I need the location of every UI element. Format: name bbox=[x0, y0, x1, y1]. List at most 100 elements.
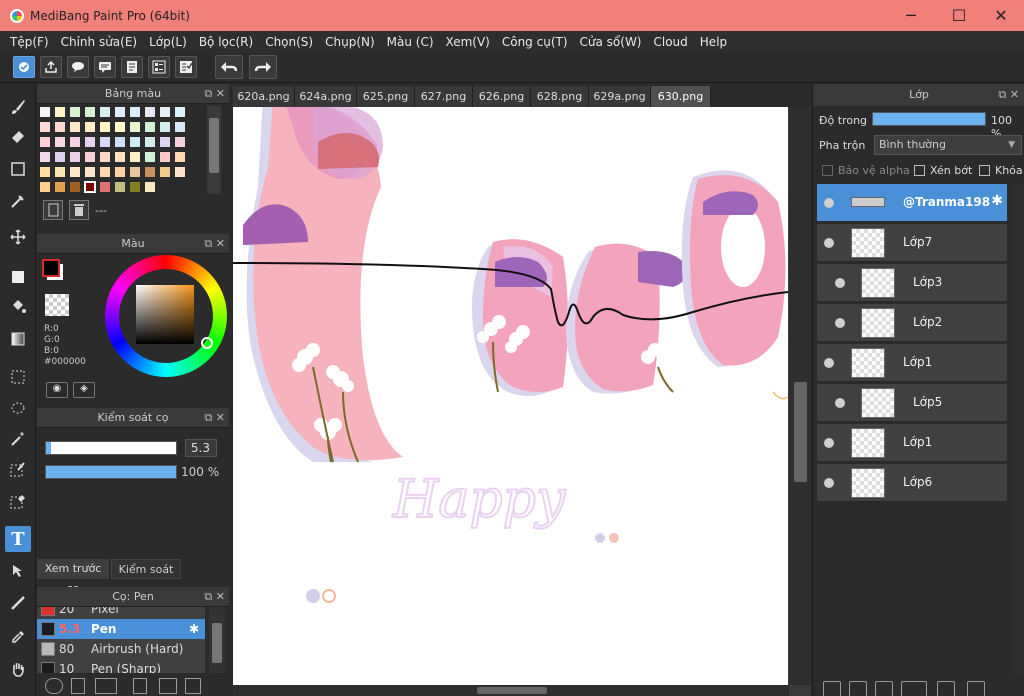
protect-alpha-checkbox[interactable] bbox=[822, 165, 833, 176]
palette-swatch[interactable] bbox=[159, 121, 171, 133]
menu-layer[interactable]: Lớp(L) bbox=[143, 35, 193, 49]
palette-swatch[interactable] bbox=[69, 166, 81, 178]
share-icon[interactable] bbox=[40, 56, 62, 78]
clipping-checkbox[interactable] bbox=[914, 165, 925, 176]
pen-stroke-icon[interactable] bbox=[5, 188, 31, 214]
palette-swatch[interactable] bbox=[144, 151, 156, 163]
rect-select-icon[interactable] bbox=[5, 364, 31, 390]
palette-swatch[interactable] bbox=[144, 136, 156, 148]
layer-opacity-slider[interactable] bbox=[872, 112, 986, 126]
palette-swatch[interactable] bbox=[69, 121, 81, 133]
eraser-icon[interactable] bbox=[5, 124, 31, 150]
palette-swatch[interactable] bbox=[129, 166, 141, 178]
panel-popout-close-icon[interactable]: ⧉ ✕ bbox=[204, 84, 225, 104]
tab-627[interactable]: 627.png bbox=[415, 86, 473, 107]
fill-rectangle-icon[interactable] bbox=[5, 264, 31, 290]
palette-swatch[interactable] bbox=[99, 121, 111, 133]
palette-swatch[interactable] bbox=[54, 136, 66, 148]
palette-swatch[interactable] bbox=[144, 181, 156, 193]
add-layer-menu-icon[interactable] bbox=[901, 681, 927, 696]
brush-item[interactable]: 10 Pen (Sharp) bbox=[37, 659, 205, 673]
palette-swatch[interactable] bbox=[39, 121, 51, 133]
palette-swatch[interactable] bbox=[39, 151, 51, 163]
magic-wand-icon[interactable] bbox=[5, 426, 31, 452]
canvas-horizontal-scrollbar[interactable] bbox=[233, 685, 789, 696]
palette-swatch[interactable] bbox=[114, 106, 126, 118]
brush-opacity-slider[interactable] bbox=[45, 465, 177, 479]
palette-swatch[interactable] bbox=[159, 166, 171, 178]
palette-swatch[interactable] bbox=[129, 121, 141, 133]
redo-icon[interactable] bbox=[249, 55, 277, 79]
layer-row[interactable]: Lớp2 bbox=[817, 304, 1007, 342]
text-icon[interactable]: T bbox=[5, 526, 31, 552]
layer-row[interactable]: Lớp7 bbox=[817, 224, 1007, 262]
trash-icon[interactable] bbox=[69, 200, 89, 220]
eye-icon[interactable] bbox=[824, 238, 834, 248]
palette-swatch[interactable] bbox=[174, 121, 186, 133]
palette-swatch[interactable] bbox=[159, 151, 171, 163]
duplicate-layer-icon[interactable] bbox=[967, 681, 985, 696]
select-pen-icon[interactable] bbox=[5, 456, 31, 482]
palette-swatch[interactable] bbox=[39, 181, 51, 193]
tab-630[interactable]: 630.png bbox=[651, 86, 711, 107]
panel-popout-close-icon[interactable]: ⧉ ✕ bbox=[204, 234, 225, 254]
eye-icon[interactable] bbox=[824, 438, 834, 448]
menu-window[interactable]: Cửa sổ(W) bbox=[574, 35, 648, 49]
brush-item[interactable]: 80 Airbrush (Hard) bbox=[37, 639, 205, 659]
undo-icon[interactable] bbox=[215, 55, 243, 79]
menu-view[interactable]: Xem(V) bbox=[440, 35, 496, 49]
close-button[interactable]: ✕ bbox=[978, 0, 1024, 31]
palette-swatch[interactable] bbox=[174, 106, 186, 118]
panel-popout-close-icon[interactable]: ⧉ ✕ bbox=[204, 587, 225, 607]
new-palette-icon[interactable] bbox=[43, 200, 63, 220]
eye-icon[interactable] bbox=[835, 398, 845, 408]
eye-icon[interactable] bbox=[824, 478, 834, 488]
cloud-brush-icon[interactable] bbox=[45, 678, 63, 694]
tab-625[interactable]: 625.png bbox=[357, 86, 415, 107]
brush-size-value[interactable]: 5.3 bbox=[185, 439, 217, 457]
menu-snap[interactable]: Chụp(N) bbox=[319, 35, 381, 49]
new-layer-icon[interactable] bbox=[823, 681, 841, 696]
checklist-icon[interactable] bbox=[175, 56, 197, 78]
palette-swatch[interactable] bbox=[54, 151, 66, 163]
layer-row[interactable]: Lớp6 bbox=[817, 464, 1007, 502]
palette-swatch[interactable] bbox=[84, 136, 96, 148]
menu-color[interactable]: Màu (C) bbox=[381, 35, 440, 49]
new-brush-icon[interactable] bbox=[71, 678, 85, 694]
tab-626[interactable]: 626.png bbox=[473, 86, 531, 107]
eyedropper-icon[interactable] bbox=[5, 624, 31, 650]
tab-629a[interactable]: 629a.png bbox=[589, 86, 651, 107]
gradient-icon[interactable] bbox=[5, 326, 31, 352]
palette-swatch[interactable] bbox=[54, 121, 66, 133]
gear-icon[interactable]: ✱ bbox=[189, 619, 199, 639]
canvas-vertical-scrollbar[interactable] bbox=[789, 107, 811, 685]
palette-swatch[interactable] bbox=[54, 181, 66, 193]
divide-icon[interactable] bbox=[5, 558, 31, 584]
palette-swatch[interactable] bbox=[99, 166, 111, 178]
color-palette-icon[interactable]: ◉ bbox=[46, 382, 68, 398]
palette-swatch[interactable] bbox=[39, 136, 51, 148]
add-brush-icon[interactable] bbox=[95, 678, 117, 694]
color-wheel[interactable] bbox=[105, 255, 227, 377]
panel-popout-close-icon[interactable]: ⧉ ✕ bbox=[998, 84, 1019, 106]
layer-row[interactable]: Lớp3 bbox=[817, 264, 1007, 302]
palette-swatch[interactable] bbox=[69, 136, 81, 148]
palette-swatch[interactable] bbox=[69, 181, 81, 193]
maximize-button[interactable]: ☐ bbox=[936, 0, 982, 31]
palette-swatch[interactable] bbox=[69, 151, 81, 163]
transparent-color-swatch[interactable] bbox=[45, 294, 69, 316]
menu-help[interactable]: Help bbox=[694, 35, 733, 49]
palette-swatch[interactable] bbox=[144, 106, 156, 118]
layers-list-icon[interactable] bbox=[148, 56, 170, 78]
layer-row[interactable]: Lớp1 bbox=[817, 344, 1007, 382]
eye-icon[interactable] bbox=[824, 358, 834, 368]
palette-swatch[interactable] bbox=[69, 106, 81, 118]
layer-row[interactable]: Lớp5 bbox=[817, 384, 1007, 422]
menu-cloud[interactable]: Cloud bbox=[648, 35, 694, 49]
palette-swatch[interactable] bbox=[84, 151, 96, 163]
brush-item[interactable]: 20 Pixel bbox=[37, 607, 205, 619]
hand-icon[interactable] bbox=[5, 656, 31, 682]
brush-list-scrollbar[interactable] bbox=[209, 607, 225, 673]
palette-swatch[interactable] bbox=[99, 181, 111, 193]
palette-swatch[interactable] bbox=[174, 166, 186, 178]
